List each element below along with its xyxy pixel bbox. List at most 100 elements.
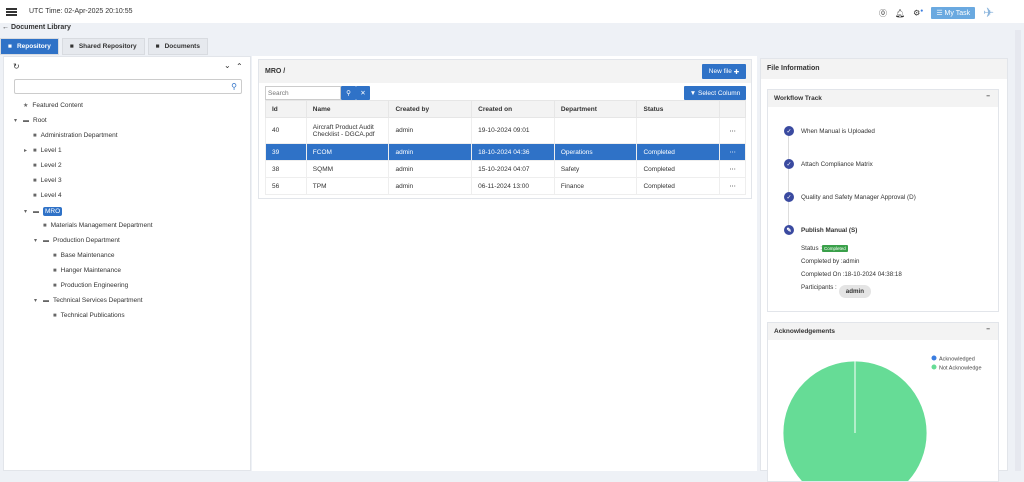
utc-time: UTC Time: 02-Apr-2025 20:10:55 xyxy=(29,8,133,15)
folder-open-icon: ▬ xyxy=(33,208,39,215)
tree-item[interactable]: ■ Level 3 xyxy=(24,177,62,184)
cell-on: 19-10-2024 09:01 xyxy=(471,117,555,144)
cell-on: 18-10-2024 04:36 xyxy=(471,143,555,161)
actions-header xyxy=(719,100,746,118)
column-header[interactable]: Department xyxy=(553,100,638,118)
tree-item[interactable]: ■ Hanger Maintenance xyxy=(44,267,121,274)
tree-item[interactable]: ▾ ▬ MRO xyxy=(24,207,63,216)
row-actions-menu[interactable]: ⋯ xyxy=(719,143,746,161)
table-row[interactable]: 40 Aircraft Product Audit Checklist - DGC… xyxy=(265,117,746,144)
tree-item-label: Root xyxy=(33,117,47,124)
tree-search-input[interactable]: ⚲ xyxy=(14,79,242,94)
cell-dept xyxy=(553,117,638,144)
cell-dept: Safety xyxy=(553,160,638,178)
search-icon[interactable]: ⚲ xyxy=(231,82,237,91)
clear-search-button[interactable]: ✕ xyxy=(356,86,370,100)
tree-item-label: Materials Management Department xyxy=(50,222,153,229)
tree-item-label: Level 4 xyxy=(40,192,62,199)
cell-on: 06-11-2024 13:00 xyxy=(471,177,555,195)
tree-item-label: Administration Department xyxy=(40,132,118,139)
tree-item[interactable]: ▾ ▬ Technical Services Department xyxy=(34,297,143,304)
tree-item[interactable]: ■ Base Maintenance xyxy=(44,252,114,259)
tree-item-label: Level 2 xyxy=(40,162,62,169)
tree-item[interactable]: ▾ ▬ Production Department xyxy=(34,237,120,244)
column-header[interactable]: Status xyxy=(636,100,721,118)
cell-status: Completed xyxy=(636,160,721,178)
folder-icon: ■ xyxy=(53,312,57,319)
row-actions-menu[interactable]: ⋯ xyxy=(719,117,746,144)
tree-item[interactable]: ■ Administration Department xyxy=(24,132,118,139)
logo-plane-icon: ✈ xyxy=(983,5,994,20)
search-button[interactable]: ⚲ xyxy=(341,86,356,100)
column-header[interactable]: Name xyxy=(305,100,390,118)
tab-repository[interactable]: ■ Repository xyxy=(0,38,59,55)
help-icon[interactable]: ⓪ xyxy=(879,8,887,19)
step-label: Publish Manual (S) xyxy=(801,226,858,234)
participant-chip: admin xyxy=(838,285,871,298)
legend-not-acknowledge[interactable]: Not Acknowledge xyxy=(939,366,982,372)
column-header[interactable]: Id xyxy=(265,100,307,118)
scrollbar[interactable] xyxy=(1015,30,1021,471)
tree-item[interactable]: ■ Level 2 xyxy=(24,162,62,169)
chevron-up-icon[interactable]: ⌃ xyxy=(236,62,243,71)
caret-icon[interactable]: ▾ xyxy=(24,208,29,215)
tab-shared-repository[interactable]: ■ Shared Repository xyxy=(61,38,145,55)
column-header[interactable]: Created on xyxy=(471,100,555,118)
cell-by: admin xyxy=(388,143,473,161)
table-row[interactable]: 56 TPM admin 06-11-2024 13:00 Finance Complet… xyxy=(265,177,746,195)
select-column-button[interactable]: ▼ Select Column xyxy=(684,86,746,100)
search-input[interactable] xyxy=(265,86,341,100)
collapse-icon[interactable]: − xyxy=(986,326,990,333)
tab-label: Repository xyxy=(16,43,51,50)
workflow-title: Workflow Track xyxy=(774,95,822,102)
breadcrumb[interactable]: ← Document Library xyxy=(2,24,71,31)
cell-name: TPM xyxy=(305,177,390,195)
table-row[interactable]: 38 SQMM admin 15-10-2024 04:07 Safety Complet… xyxy=(265,160,746,178)
refresh-icon[interactable]: ↻ xyxy=(13,62,20,71)
row-actions-menu[interactable]: ⋯ xyxy=(719,160,746,178)
legend-acknowledged[interactable]: Acknowledged xyxy=(939,357,975,363)
file-information-title: File Information xyxy=(761,59,1007,79)
tree-item[interactable]: ■ Technical Publications xyxy=(44,312,125,319)
completed-by: Completed by :admin xyxy=(801,258,860,265)
caret-icon[interactable]: ▾ xyxy=(14,117,19,124)
my-task-label: My Task xyxy=(944,10,971,17)
chevron-down-icon[interactable]: ⌄ xyxy=(224,61,231,70)
cell-name: FCOM xyxy=(305,143,390,161)
workflow-step: ✓ Attach Compliance Matrix xyxy=(784,159,873,169)
bell-icon[interactable]: 🔔︎ xyxy=(895,9,905,18)
file-list-panel: MRO / New file ✚ ⚲ ✕ ▼ Select Column IdN… xyxy=(252,56,757,471)
cell-id: 39 xyxy=(265,143,307,161)
select-column-label: Select Column xyxy=(697,89,741,97)
step-label: When Manual is Uploaded xyxy=(801,127,875,135)
tree-item[interactable]: ▸ ■ Level 1 xyxy=(24,147,62,154)
caret-icon[interactable]: ▾ xyxy=(34,297,39,304)
collapse-icon[interactable]: − xyxy=(986,93,990,100)
tree-item[interactable]: ■ Materials Management Department xyxy=(34,222,153,229)
table-row[interactable]: 39 FCOM admin 18-10-2024 04:36 Operations Com… xyxy=(265,143,746,161)
row-actions-menu[interactable]: ⋯ xyxy=(719,177,746,195)
folder-icon: ■ xyxy=(43,222,47,229)
folder-icon: ■ xyxy=(8,43,12,50)
new-file-button[interactable]: New file ✚ xyxy=(702,64,746,79)
tree-item[interactable]: ■ Level 4 xyxy=(24,192,62,199)
gear-icon[interactable]: ⚙● xyxy=(913,8,923,18)
tree-item-label: Base Maintenance xyxy=(60,252,115,259)
cell-id: 40 xyxy=(265,117,307,144)
tab-documents[interactable]: ■ Documents xyxy=(147,38,208,55)
menu-icon[interactable] xyxy=(6,7,17,16)
caret-icon[interactable]: ▾ xyxy=(34,237,39,244)
tree-item[interactable]: ▾ ▬ Root xyxy=(14,117,47,124)
tree-item-label: Featured Content xyxy=(32,102,83,109)
tree-item[interactable]: ★ Featured Content xyxy=(14,102,83,109)
folder-icon: ■ xyxy=(53,282,57,289)
tree-item[interactable]: ■ Production Engineering xyxy=(44,282,128,289)
cell-by: admin xyxy=(388,177,473,195)
column-header[interactable]: Created by xyxy=(388,100,473,118)
cell-id: 56 xyxy=(265,177,307,195)
folder-open-icon: ▬ xyxy=(43,237,49,244)
my-task-button[interactable]: ☰ My Task xyxy=(931,7,976,19)
caret-icon[interactable]: ▸ xyxy=(24,147,29,154)
folder-open-icon: ▬ xyxy=(43,297,49,304)
new-file-label: New file xyxy=(708,68,732,75)
